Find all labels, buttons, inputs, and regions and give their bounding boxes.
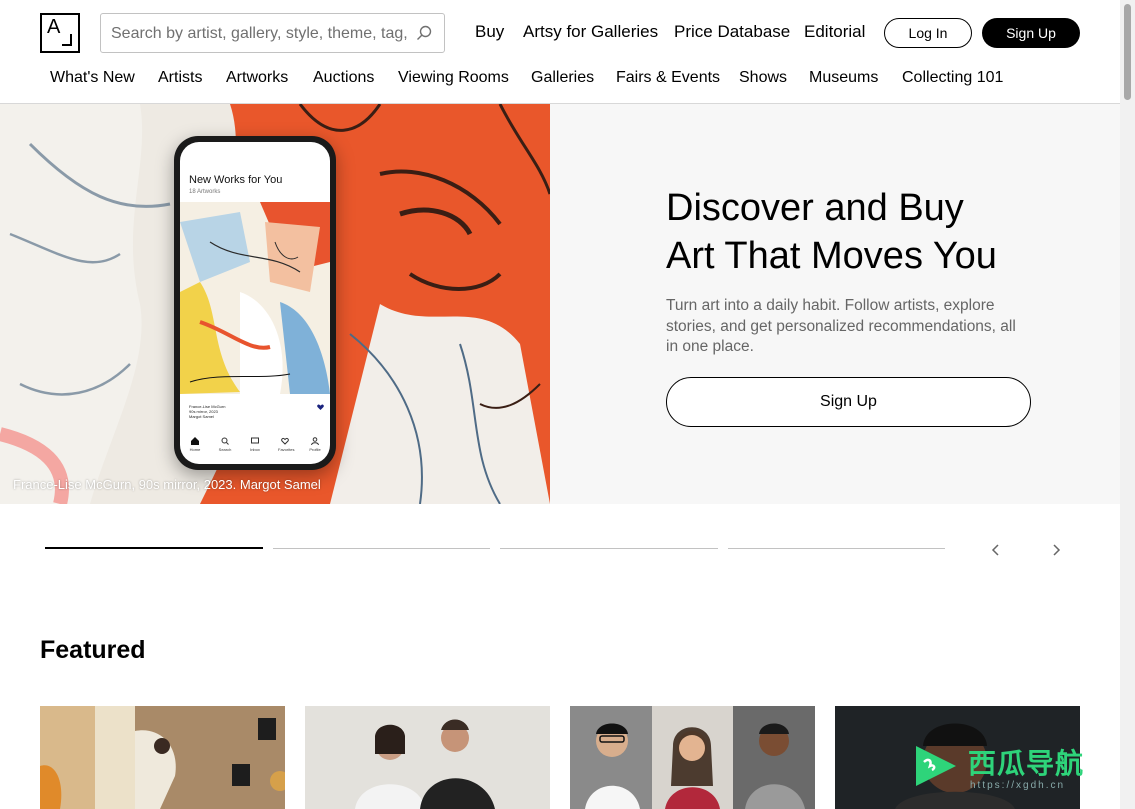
phone-tab-search: Search [218,437,232,452]
phone-artwork-thumbnail [180,202,330,394]
phone-heart-icon [317,404,324,410]
nav-artsy-for-galleries[interactable]: Artsy for Galleries [523,22,658,42]
phone-tab-favorites: Favorites [278,437,294,452]
phone-tab-profile: Profile [308,436,322,452]
search-icon [221,437,229,445]
phone-tab-home: Home [188,436,202,452]
subnav-museums[interactable]: Museums [809,69,878,87]
signup-button[interactable]: Sign Up [982,18,1080,48]
subnav-artworks[interactable]: Artworks [226,69,288,87]
nav-buy[interactable]: Buy [475,22,504,42]
search-input[interactable] [111,22,411,46]
featured-image-1 [40,706,285,809]
phone-artwork-meta: France-Lise McGurn 90s mirror, 2023 Marg… [189,404,225,419]
watermark-logo-icon [916,746,956,786]
carousel-indicator-1[interactable] [45,547,263,549]
hero-description: Turn art into a daily habit. Follow arti… [666,297,1016,355]
subnav-whats-new[interactable]: What's New [50,69,135,87]
phone-mockup: New Works for You 18 Artworks France-Lis… [174,136,336,470]
hero-artwork-image[interactable]: New Works for You 18 Artworks France-Lis… [0,104,550,504]
artsy-logo[interactable]: A [40,13,80,53]
logo-letter: A [47,16,61,38]
watermark: 西瓜导航 https://xgdh.cn [910,740,1120,795]
phone-meta-gallery: Margot Samel [189,414,214,419]
phone-tab-inbox: Inbox [248,437,262,452]
hero-signup-button[interactable]: Sign Up [666,377,1031,427]
subnav-fairs-events[interactable]: Fairs & Events [616,69,720,87]
hero-section: New Works for You 18 Artworks France-Lis… [0,104,1120,504]
search-box[interactable] [100,13,445,53]
watermark-text: 西瓜导航 [968,747,1085,780]
phone-screen: New Works for You 18 Artworks France-Lis… [180,142,330,464]
scrollbar-thumb[interactable] [1124,4,1131,100]
subnav-viewing-rooms[interactable]: Viewing Rooms [398,69,509,87]
login-button[interactable]: Log In [884,18,972,48]
hero-heading-line1: Discover and Buy [666,187,964,229]
featured-card-3[interactable] [570,706,815,809]
subnav-galleries[interactable]: Galleries [531,69,594,87]
featured-card-2[interactable] [305,706,550,809]
subnav-collecting-101[interactable]: Collecting 101 [902,69,1003,87]
phone-subtitle: 18 Artworks [189,189,221,195]
featured-heading: Featured [40,636,146,664]
chevron-right-icon[interactable] [1046,540,1066,560]
home-icon [191,436,199,445]
profile-icon [311,436,319,445]
subnav-artists[interactable]: Artists [158,69,202,87]
carousel-indicator-4[interactable] [728,548,945,549]
logo-mark-foot [62,44,72,46]
nav-editorial[interactable]: Editorial [804,22,865,42]
phone-tab-bar: Home Search Inbox Favorites Profile [180,430,330,458]
chevron-left-icon[interactable] [986,540,1006,560]
hero-heading: Discover and Buy Art That Moves You [666,184,1086,280]
featured-image-2 [305,706,550,809]
featured-image-3 [570,706,815,809]
watermark-url: https://xgdh.cn [970,780,1066,791]
subnav-auctions[interactable]: Auctions [313,69,374,87]
page-scrollbar[interactable] [1120,0,1135,809]
hero-artwork-caption[interactable]: France-Lise McGurn, 90s mirror, 2023. Ma… [13,477,321,492]
carousel-indicator-3[interactable] [500,548,718,549]
search-icon[interactable] [416,25,432,41]
inbox-icon [251,437,259,443]
site-header: A Buy Artsy for Galleries Price Database… [0,0,1120,104]
subnav-shows[interactable]: Shows [739,69,787,87]
carousel-indicator-2[interactable] [273,548,490,549]
heart-icon [281,437,289,445]
featured-card-1[interactable] [40,706,285,809]
nav-price-database[interactable]: Price Database [674,22,790,42]
hero-heading-line2: Art That Moves You [666,235,997,277]
phone-title: New Works for You [189,174,283,186]
